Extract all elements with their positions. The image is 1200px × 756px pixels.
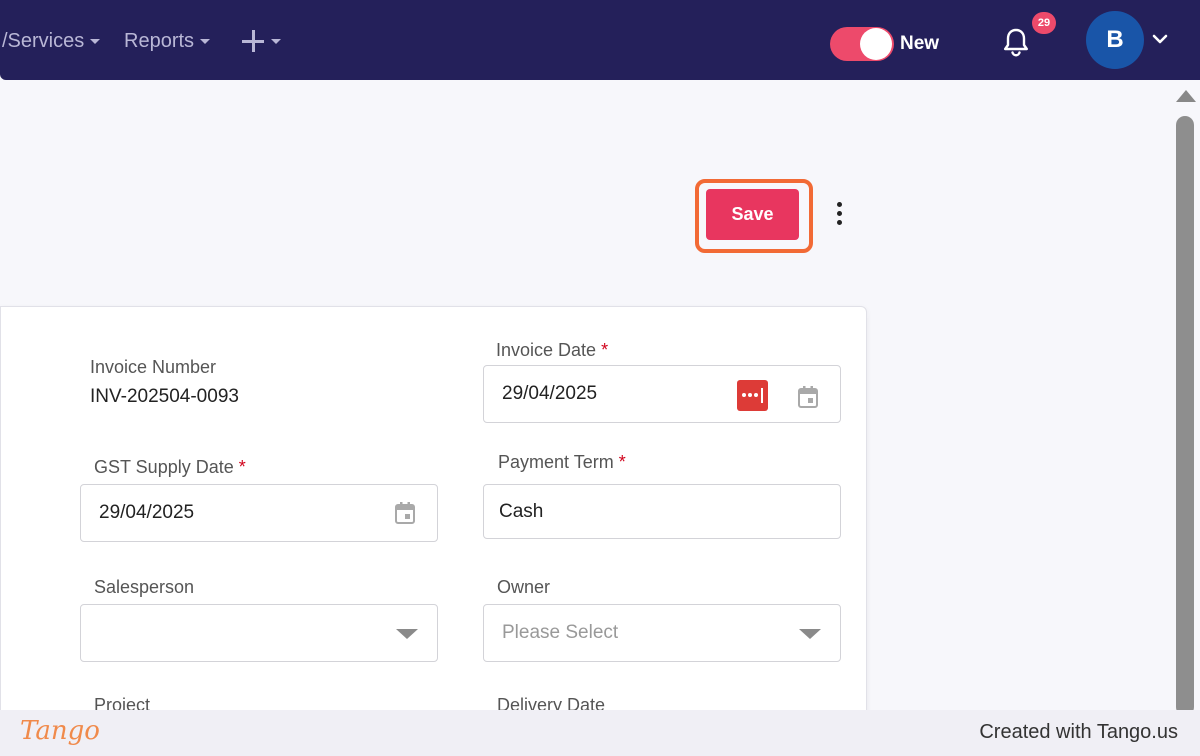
owner-placeholder: Please Select — [502, 622, 619, 643]
chevron-down-icon[interactable] — [1152, 33, 1168, 47]
required-marker: * — [601, 340, 609, 360]
toggle-knob — [860, 28, 892, 60]
invoice-number-value: INV-202504-0093 — [90, 386, 239, 407]
toggle-label: New — [900, 33, 940, 54]
gst-supply-date-value: 29/04/2025 — [99, 502, 195, 523]
save-button[interactable]: Save — [706, 189, 799, 240]
chevron-down-icon — [271, 38, 281, 44]
nav-item-reports[interactable]: Reports — [124, 28, 211, 54]
nav-item-create[interactable] — [241, 28, 281, 54]
avatar-initial: B — [1106, 26, 1124, 53]
more-options-icon[interactable] — [832, 202, 846, 230]
chevron-down-icon — [90, 38, 101, 44]
nav-item-label: /Services — [2, 29, 85, 52]
invoice-number-label: Invoice Number — [90, 357, 217, 377]
required-marker: * — [618, 452, 626, 472]
nav-item-label: Reports — [124, 29, 195, 52]
avatar[interactable]: B — [1086, 11, 1144, 69]
created-with-text: Created with Tango.us — [979, 721, 1178, 743]
nav-item-services[interactable]: /Services — [2, 28, 101, 54]
plus-icon — [241, 29, 265, 53]
scroll-up-arrow-icon[interactable] — [1176, 90, 1196, 102]
password-manager-icon[interactable] — [737, 380, 768, 411]
invoice-date-label-text: Invoice Date — [496, 340, 597, 360]
bell-icon[interactable] — [1000, 26, 1032, 58]
chevron-down-icon — [200, 38, 211, 44]
gst-supply-date-label: GST Supply Date * — [94, 457, 246, 478]
owner-label: Owner — [497, 577, 551, 597]
scrollbar-thumb[interactable] — [1176, 116, 1194, 716]
payment-term-value: Cash — [499, 501, 544, 522]
payment-term-field[interactable]: Cash — [483, 484, 841, 539]
gst-supply-date-field[interactable]: 29/04/2025 — [80, 484, 438, 542]
notification-badge: 29 — [1032, 12, 1056, 34]
new-ui-toggle[interactable] — [830, 27, 894, 61]
calendar-icon[interactable] — [394, 501, 416, 525]
salesperson-label: Salesperson — [94, 577, 195, 597]
invoice-date-value: 29/04/2025 — [502, 383, 598, 404]
tango-logo: Tango — [20, 716, 100, 746]
dropdown-arrow-icon — [396, 629, 418, 639]
top-navigation-bar: /Services Reports New 29 B — [0, 0, 1200, 80]
invoice-form-card: Invoice Number INV-202504-0093 Invoice D… — [0, 306, 867, 726]
calendar-icon[interactable] — [797, 385, 819, 409]
payment-term-label: Payment Term * — [498, 452, 626, 473]
tango-footer: Tango Created with Tango.us — [0, 710, 1200, 756]
required-marker: * — [238, 457, 246, 477]
dropdown-arrow-icon — [799, 629, 821, 639]
invoice-date-field[interactable]: 29/04/2025 — [483, 365, 841, 423]
payment-term-label-text: Payment Term — [498, 452, 614, 472]
owner-select[interactable]: Please Select — [483, 604, 841, 662]
gst-supply-date-label-text: GST Supply Date — [94, 457, 234, 477]
invoice-date-label: Invoice Date * — [496, 340, 608, 361]
salesperson-select[interactable] — [80, 604, 438, 662]
